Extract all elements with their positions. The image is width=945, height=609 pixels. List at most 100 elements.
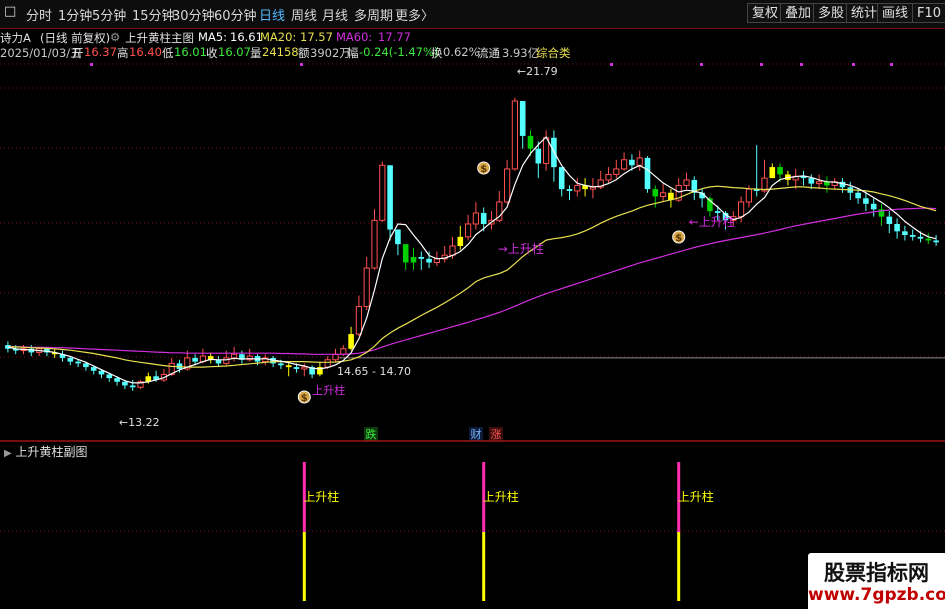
candle-body: [223, 357, 230, 364]
main-indicator-name[interactable]: 上升黄柱主图: [125, 30, 194, 46]
indicator-gear-icon[interactable]: ⚙: [110, 30, 120, 44]
candle-body: [870, 203, 877, 210]
watermark-line1: 股票指标网: [824, 561, 929, 585]
price-chart[interactable]: ←21.79 ←13.22 14.65 - 14.70 $ $ $ 上升柱 →上升柱 ←上升柱跌…: [0, 60, 945, 609]
category-label[interactable]: 综合类: [536, 45, 571, 61]
candle-body: [933, 240, 939, 243]
candle-body: [410, 257, 417, 263]
toolbar-button-0[interactable]: 复权: [747, 3, 784, 23]
candle-body: [340, 348, 347, 355]
toolbar-button-2[interactable]: 多股: [813, 3, 850, 23]
ma60-label: MA60:: [336, 30, 373, 44]
tab-10[interactable]: 更多: [395, 5, 421, 24]
tab-6[interactable]: 日线: [259, 5, 285, 24]
candle-body: [855, 192, 861, 199]
open-value: 16.37: [84, 45, 117, 59]
candle-body: [98, 370, 105, 375]
ma20-value: 17.57: [300, 30, 333, 44]
sub-chart-title[interactable]: ▶ 上升黄柱副图: [4, 443, 88, 460]
candle-body: [122, 381, 128, 386]
float-label: 流通: [477, 46, 500, 60]
close-value: 16.07: [218, 45, 251, 59]
candle-body: [519, 101, 526, 136]
low-value: 16.01: [174, 45, 207, 59]
money-bag-icon: $: [301, 393, 308, 404]
candle-body: [745, 188, 752, 203]
sub-chart-arrow-icon: ▶: [4, 448, 12, 459]
candle-body: [902, 231, 908, 235]
money-bag-icon: $: [675, 233, 682, 244]
marker-dot: [890, 63, 893, 66]
high-price-label: ←21.79: [517, 65, 558, 78]
candle-body: [621, 159, 628, 170]
candle-body: [660, 192, 667, 197]
candle-body: [278, 363, 284, 366]
candle-body: [355, 306, 362, 335]
sub-chart-title-text: 上升黄柱副图: [15, 445, 88, 459]
amount-value: 3902万: [310, 46, 351, 60]
tab-4[interactable]: 30分钟: [172, 5, 215, 24]
tab-1[interactable]: 1分钟: [58, 5, 92, 24]
tab-0[interactable]: 分时: [26, 5, 52, 24]
candle-body: [504, 168, 511, 203]
tab-7[interactable]: 周线: [291, 5, 317, 24]
ma20-line: [7, 185, 937, 368]
candle-body: [527, 135, 534, 149]
candle-body: [909, 234, 916, 237]
candle-body: [426, 258, 432, 263]
candle-body: [511, 100, 518, 170]
event-cai: 财: [471, 427, 482, 441]
ma60-line: [7, 207, 937, 355]
candle-body: [129, 385, 136, 388]
watermark-line2: www.7gpzb.com: [808, 585, 945, 605]
more-chevron-icon[interactable]: 〉: [421, 5, 434, 24]
candle-body: [683, 179, 690, 186]
tab-9[interactable]: 多周期: [354, 5, 393, 24]
candle-body: [589, 186, 596, 190]
ma5-label: MA5:: [198, 30, 227, 44]
candle-body: [558, 167, 565, 190]
tab-3[interactable]: 15分钟: [132, 5, 175, 24]
marker-dot: [760, 63, 763, 66]
candle-body: [293, 367, 300, 369]
candle-body: [535, 148, 542, 164]
candle-body: [332, 353, 339, 361]
candle-body: [324, 359, 331, 368]
ma5-line: [7, 136, 937, 384]
float-value: 3.93亿: [502, 46, 540, 60]
candle-body: [75, 361, 81, 364]
candle-body: [379, 164, 386, 221]
marker-dot: [300, 63, 303, 66]
tab-5[interactable]: 60分钟: [214, 5, 257, 24]
layout-box-icon[interactable]: □: [4, 4, 16, 19]
stock-name[interactable]: 诗力A: [0, 30, 31, 46]
marker-dot: [90, 63, 93, 66]
marker-dot: [610, 63, 613, 66]
chart-mode[interactable]: (日线 前复权): [40, 30, 110, 46]
open-label: 开: [72, 46, 84, 60]
tab-2[interactable]: 5分钟: [92, 5, 126, 24]
toolbar-button-4[interactable]: 画线: [877, 3, 914, 23]
candle-body: [480, 212, 487, 224]
marker-dot: [800, 63, 803, 66]
event-die: 跌: [366, 427, 377, 441]
tab-8[interactable]: 月线: [322, 5, 348, 24]
ma60-value: 17.77: [378, 30, 411, 44]
toolbar-button-5[interactable]: F10: [912, 3, 945, 23]
signal-label-1: 上升柱: [483, 489, 519, 504]
marker-dot: [700, 63, 703, 66]
candle-body: [574, 184, 581, 192]
candle-body: [808, 178, 815, 184]
volume-label: 量: [250, 46, 262, 60]
candle-body: [886, 216, 893, 224]
candle-body: [863, 198, 869, 204]
rise-label-2: →上升柱: [498, 241, 544, 256]
toolbar-button-1[interactable]: 叠加: [780, 3, 817, 23]
signal-label-0: 上升柱: [303, 489, 339, 504]
amount-label: 额: [298, 46, 310, 60]
candle-body: [465, 223, 472, 238]
close-label: 收: [206, 46, 218, 60]
range-label: 14.65 - 14.70: [337, 365, 411, 378]
candle-body: [387, 165, 393, 230]
indicator-header: 诗力A (日线 前复权) ⚙ 上升黄柱主图 MA5: 16.61 MA20: 1…: [0, 30, 945, 46]
